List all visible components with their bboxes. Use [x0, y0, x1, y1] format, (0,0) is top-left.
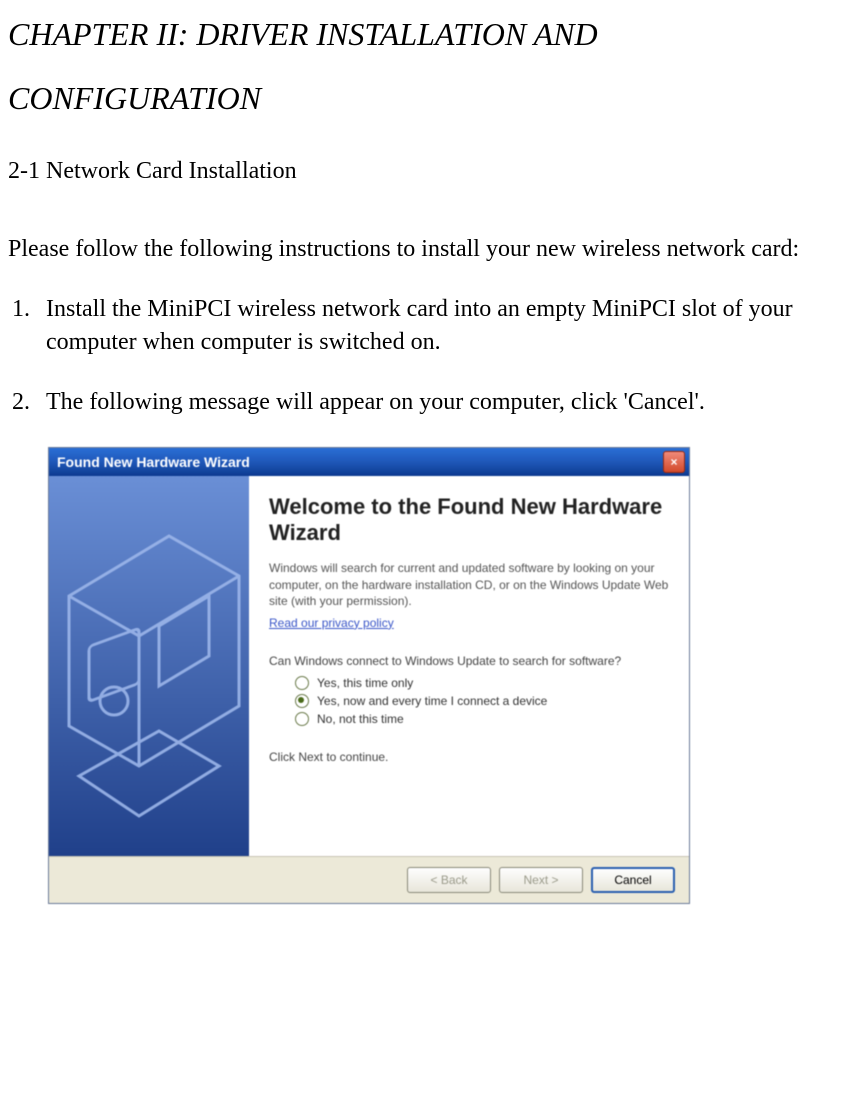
wizard-heading: Welcome to the Found New Hardware Wizard [269, 494, 669, 547]
cancel-button[interactable]: Cancel [591, 867, 675, 893]
close-icon: × [670, 456, 677, 468]
close-button[interactable]: × [663, 451, 685, 473]
radio-label: Yes, now and every time I connect a devi… [317, 694, 547, 708]
back-button[interactable]: < Back [407, 867, 491, 893]
radio-option-yes-once[interactable]: Yes, this time only [295, 676, 669, 690]
step-item: Install the MiniPCI wireless network car… [36, 293, 844, 358]
steps-list: Install the MiniPCI wireless network car… [8, 293, 844, 418]
wizard-description: Windows will search for current and upda… [269, 560, 669, 609]
wizard-question: Can Windows connect to Windows Update to… [269, 654, 669, 668]
section-title: 2-1 Network Card Installation [8, 158, 844, 185]
wizard-title-text: Found New Hardware Wizard [57, 454, 250, 470]
wizard-continue-text: Click Next to continue. [269, 750, 669, 764]
step-item: The following message will appear on you… [36, 386, 844, 418]
wizard-side-graphic [49, 476, 249, 856]
radio-label: No, not this time [317, 712, 404, 726]
wizard-main-panel: Welcome to the Found New Hardware Wizard… [249, 476, 689, 856]
privacy-policy-link[interactable]: Read our privacy policy [269, 616, 394, 630]
radio-option-yes-always[interactable]: Yes, now and every time I connect a devi… [295, 694, 669, 708]
intro-paragraph: Please follow the following instructions… [8, 233, 844, 265]
radio-icon [295, 694, 309, 708]
radio-group: Yes, this time only Yes, now and every t… [295, 676, 669, 726]
radio-option-no[interactable]: No, not this time [295, 712, 669, 726]
chapter-title: CHAPTER II: DRIVER INSTALLATION AND CONF… [8, 2, 844, 130]
radio-label: Yes, this time only [317, 676, 413, 690]
next-button[interactable]: Next > [499, 867, 583, 893]
radio-icon [295, 676, 309, 690]
wizard-titlebar: Found New Hardware Wizard × [49, 448, 689, 476]
wizard-button-bar: < Back Next > Cancel [49, 856, 689, 903]
wizard-body: Welcome to the Found New Hardware Wizard… [49, 476, 689, 856]
radio-icon [295, 712, 309, 726]
found-new-hardware-wizard-dialog: Found New Hardware Wizard × [48, 447, 690, 904]
